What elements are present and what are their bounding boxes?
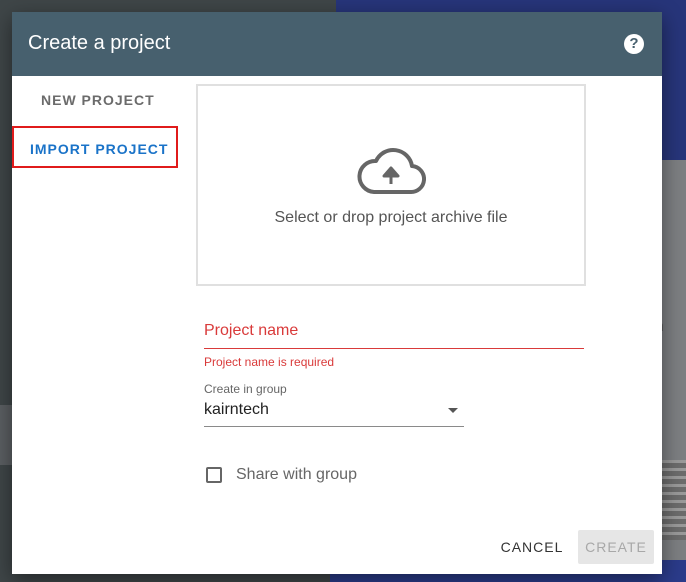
create-button[interactable]: CREATE	[578, 530, 654, 564]
dialog-titlebar: Create a project ?	[12, 12, 662, 76]
group-select[interactable]: kairntech	[204, 398, 464, 427]
group-label: Create in group	[204, 382, 287, 396]
cancel-button[interactable]: CANCEL	[490, 530, 574, 564]
project-name-field[interactable]: Project name	[204, 318, 584, 349]
cloud-upload-icon	[357, 148, 426, 195]
nav-import-project[interactable]: IMPORT PROJECT	[12, 126, 178, 168]
archive-dropzone[interactable]: Select or drop project archive file	[196, 84, 586, 286]
dropzone-text: Select or drop project archive file	[274, 209, 508, 226]
help-icon[interactable]: ?	[624, 34, 644, 54]
project-name-label: Project name	[204, 322, 299, 339]
background-strip	[0, 405, 12, 465]
chevron-down-icon	[448, 408, 458, 413]
create-project-dialog: Create a project ? NEW PROJECT IMPORT PR…	[12, 12, 662, 574]
background-stripes	[662, 460, 686, 540]
checkbox-box[interactable]	[206, 467, 222, 483]
project-name-error: Project name is required	[204, 355, 335, 369]
nav-new-project[interactable]: NEW PROJECT	[12, 79, 178, 121]
share-with-group-label: Share with group	[236, 466, 357, 483]
dialog-title: Create a project	[28, 32, 171, 54]
group-value: kairntech	[204, 401, 269, 418]
